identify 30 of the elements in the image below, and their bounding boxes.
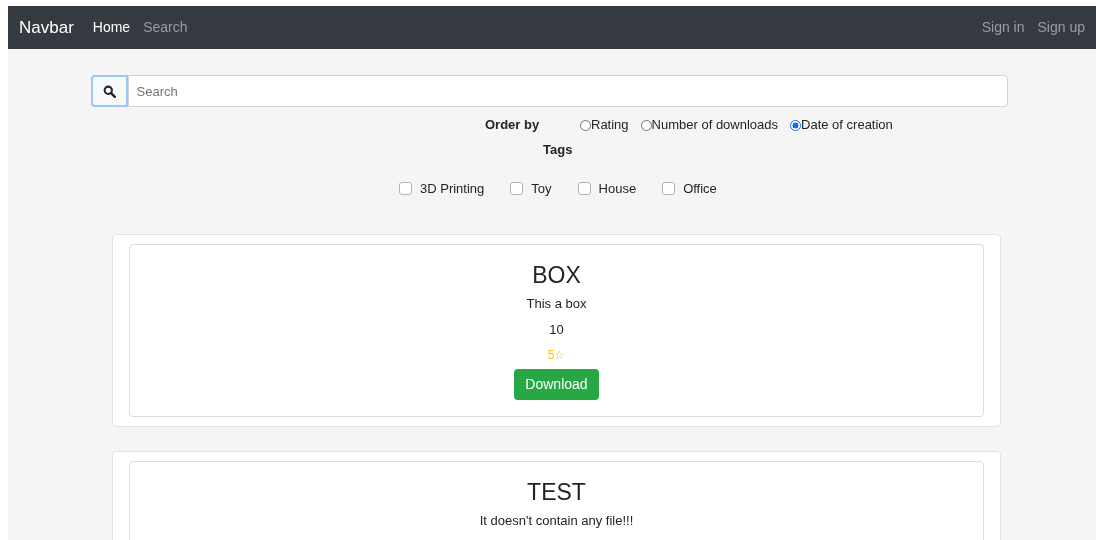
nav-link[interactable]: Sign up xyxy=(1037,17,1085,38)
nav-link[interactable]: Sign in xyxy=(981,17,1025,38)
order-by-label: Order by xyxy=(485,116,541,135)
tag-checkbox[interactable]: Office xyxy=(662,178,717,198)
brand-link[interactable]: Navbar xyxy=(19,14,74,41)
item-description: It doesn't contain any file!!! xyxy=(479,513,634,528)
nav-link[interactable]: Search xyxy=(143,17,188,38)
radio-button[interactable] xyxy=(640,119,652,131)
checkbox[interactable] xyxy=(577,181,591,195)
item-description: This a box xyxy=(526,296,587,311)
item-title: BOX xyxy=(532,262,581,288)
item-title: TEST xyxy=(527,479,586,505)
tag-checkbox[interactable]: 3D Printing xyxy=(399,178,485,198)
radio-button[interactable] xyxy=(580,119,591,131)
radio-option[interactable]: Rating xyxy=(580,115,629,135)
tag-checkbox[interactable]: House xyxy=(577,178,637,198)
tags-label: Tags xyxy=(543,141,574,159)
tag-checkbox[interactable]: Toy xyxy=(510,178,552,198)
rating: 5☆ xyxy=(547,348,566,363)
radio-option[interactable]: Number of downloads xyxy=(640,115,779,135)
download-count: 10 xyxy=(549,322,564,337)
checkbox[interactable] xyxy=(510,181,524,195)
search-field[interactable]: Search xyxy=(127,75,1008,107)
radio-option[interactable]: Date of creation xyxy=(790,115,893,135)
checkbox[interactable] xyxy=(399,181,412,195)
radio-button[interactable] xyxy=(790,119,802,131)
checkbox[interactable] xyxy=(662,181,676,195)
nav-link[interactable]: Home xyxy=(92,17,131,38)
search-icon xyxy=(102,84,116,98)
search-button[interactable] xyxy=(90,75,128,107)
